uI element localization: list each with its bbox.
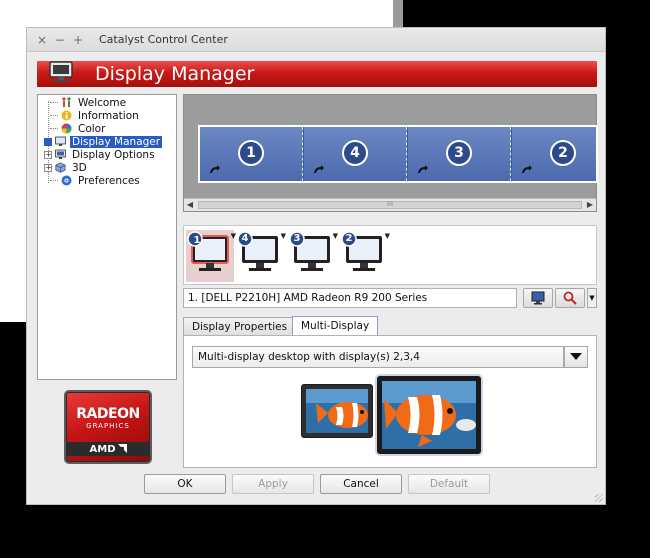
tree-expand-icon[interactable]: + bbox=[44, 150, 52, 159]
chevron-down-icon[interactable]: ▼ bbox=[385, 232, 390, 240]
resize-grip[interactable] bbox=[595, 494, 603, 502]
tree-item-display-manager[interactable]: Display Manager bbox=[38, 135, 176, 148]
display-options-icon bbox=[55, 149, 66, 159]
maximize-icon[interactable]: + bbox=[71, 33, 85, 47]
selected-display-field[interactable]: 1. [DELL P2210H] AMD Radeon R9 200 Serie… bbox=[183, 288, 517, 308]
monitor-number: 1 bbox=[193, 235, 201, 246]
desktop-display-tile[interactable]: 4 bbox=[304, 127, 407, 181]
tree-connector bbox=[50, 128, 58, 129]
tree-expand-icon[interactable] bbox=[44, 137, 52, 146]
information-icon bbox=[61, 110, 72, 121]
close-icon[interactable]: × bbox=[35, 33, 49, 47]
monitor-item[interactable]: 3 ▼ bbox=[288, 230, 338, 282]
monitor-item[interactable]: 1 ▼ bbox=[186, 230, 236, 282]
background-window-edge bbox=[393, 0, 403, 30]
navigation-tree[interactable]: Welcome Information Color Display Manage… bbox=[37, 94, 177, 380]
tree-item-label: Display Options bbox=[72, 148, 155, 161]
minimize-icon[interactable]: − bbox=[53, 33, 67, 47]
tree-item-welcome[interactable]: Welcome bbox=[38, 96, 176, 109]
scroll-thumb-grip: III bbox=[386, 200, 394, 208]
preview-image bbox=[306, 389, 368, 433]
display-number-badge: 1 bbox=[238, 140, 264, 166]
horizontal-scrollbar[interactable]: ◀ III ▶ bbox=[184, 198, 596, 211]
display-properties-button[interactable] bbox=[523, 288, 553, 308]
page-title: Display Manager bbox=[95, 63, 255, 85]
move-arrow-icon bbox=[418, 165, 428, 173]
display-number-badge: 2 bbox=[550, 140, 576, 166]
monitor-number: 3 bbox=[293, 233, 301, 244]
tree-connector bbox=[50, 180, 58, 181]
desktop-display-tile[interactable]: 2 bbox=[512, 127, 596, 181]
desktop-display-tile[interactable]: 1 bbox=[200, 127, 303, 181]
monitor-number: 2 bbox=[345, 233, 353, 244]
tab-display-properties[interactable]: Display Properties bbox=[183, 317, 297, 336]
tree-item-label: Display Manager bbox=[70, 135, 163, 148]
chevron-down-icon bbox=[570, 353, 582, 360]
logo-amd-text: AMD bbox=[66, 444, 150, 455]
logo-radeon-text: RADEON bbox=[76, 406, 140, 422]
tree-item-preferences[interactable]: Preferences bbox=[38, 174, 176, 187]
tree-item-color[interactable]: Color bbox=[38, 122, 176, 135]
chevron-down-icon[interactable]: ▼ bbox=[333, 232, 338, 240]
clownfish-image-icon bbox=[306, 389, 368, 433]
window-title: Catalyst Control Center bbox=[99, 33, 228, 46]
default-button[interactable]: Default bbox=[408, 474, 490, 494]
multi-display-panel: Multi-display desktop with display(s) 2,… bbox=[183, 335, 597, 468]
tree-connector bbox=[50, 102, 58, 103]
single-display-preview[interactable] bbox=[301, 384, 373, 438]
scroll-thumb[interactable]: III bbox=[198, 200, 582, 209]
scroll-left-icon[interactable]: ◀ bbox=[184, 199, 196, 211]
tree-expand-icon[interactable]: + bbox=[44, 163, 52, 172]
identify-display-button[interactable] bbox=[555, 288, 585, 308]
tab-multi-display[interactable]: Multi-Display bbox=[292, 316, 379, 336]
tree-item-display-options[interactable]: + Display Options bbox=[38, 148, 176, 161]
page-banner: Display Manager bbox=[37, 61, 597, 87]
color-wheel-icon bbox=[61, 123, 72, 134]
display-number-badge: 3 bbox=[446, 140, 472, 166]
logo-graphics-text: GRAPHICS bbox=[86, 422, 130, 430]
chevron-down-icon[interactable]: ▼ bbox=[587, 288, 597, 308]
monitor-item[interactable]: 2 ▼ bbox=[340, 230, 390, 282]
multi-display-mode-select[interactable]: Multi-display desktop with display(s) 2,… bbox=[192, 346, 564, 368]
monitor-item[interactable]: 4 ▼ bbox=[236, 230, 286, 282]
tree-item-label: Color bbox=[78, 122, 106, 135]
tree-item-label: 3D bbox=[72, 161, 87, 174]
3d-icon bbox=[55, 162, 66, 173]
tree-item-3d[interactable]: + 3D bbox=[38, 161, 176, 174]
display-manager-banner-icon bbox=[47, 58, 75, 86]
title-bar[interactable]: × − + Catalyst Control Center bbox=[27, 28, 605, 52]
chevron-down-icon[interactable]: ▼ bbox=[281, 232, 286, 240]
radeon-graphics-logo: RADEON GRAPHICS AMD bbox=[64, 390, 152, 464]
tree-item-label: Welcome bbox=[78, 96, 127, 109]
display-number-badge: 4 bbox=[342, 140, 368, 166]
apply-button[interactable]: Apply bbox=[232, 474, 314, 494]
desktop-arrangement-area[interactable]: 1 4 3 2 ◀ III ▶ bbox=[183, 94, 598, 212]
ok-button[interactable]: OK bbox=[144, 474, 226, 494]
display-manager-icon bbox=[55, 136, 66, 146]
catalyst-control-center-window: × − + Catalyst Control Center Display Ma… bbox=[26, 27, 606, 505]
tree-item-label: Information bbox=[78, 109, 139, 122]
monitor-list[interactable]: 1 ▼ 4 ▼ 3 ▼ 2 ▼ bbox=[183, 225, 597, 285]
clownfish-image-icon bbox=[382, 381, 476, 449]
tree-item-information[interactable]: Information bbox=[38, 109, 176, 122]
tree-connector bbox=[50, 115, 58, 116]
multi-display-dropdown-button[interactable] bbox=[564, 346, 588, 368]
magnifier-icon bbox=[563, 291, 577, 305]
monitor-number: 4 bbox=[241, 233, 249, 244]
preferences-icon bbox=[61, 175, 72, 186]
amd-arrow-icon bbox=[117, 444, 127, 453]
desktop-display-tile[interactable]: 3 bbox=[408, 127, 511, 181]
cancel-button[interactable]: Cancel bbox=[320, 474, 402, 494]
welcome-icon bbox=[62, 97, 71, 107]
monitor-settings-icon bbox=[531, 291, 545, 305]
preview-image bbox=[382, 381, 476, 449]
multi-display-preview[interactable] bbox=[377, 376, 481, 454]
move-arrow-icon bbox=[210, 165, 220, 173]
group-desktop[interactable]: 1 4 3 2 bbox=[198, 125, 598, 183]
tree-item-label: Preferences bbox=[78, 174, 140, 187]
move-arrow-icon bbox=[522, 165, 532, 173]
move-arrow-icon bbox=[314, 165, 324, 173]
scroll-right-icon[interactable]: ▶ bbox=[584, 199, 596, 211]
